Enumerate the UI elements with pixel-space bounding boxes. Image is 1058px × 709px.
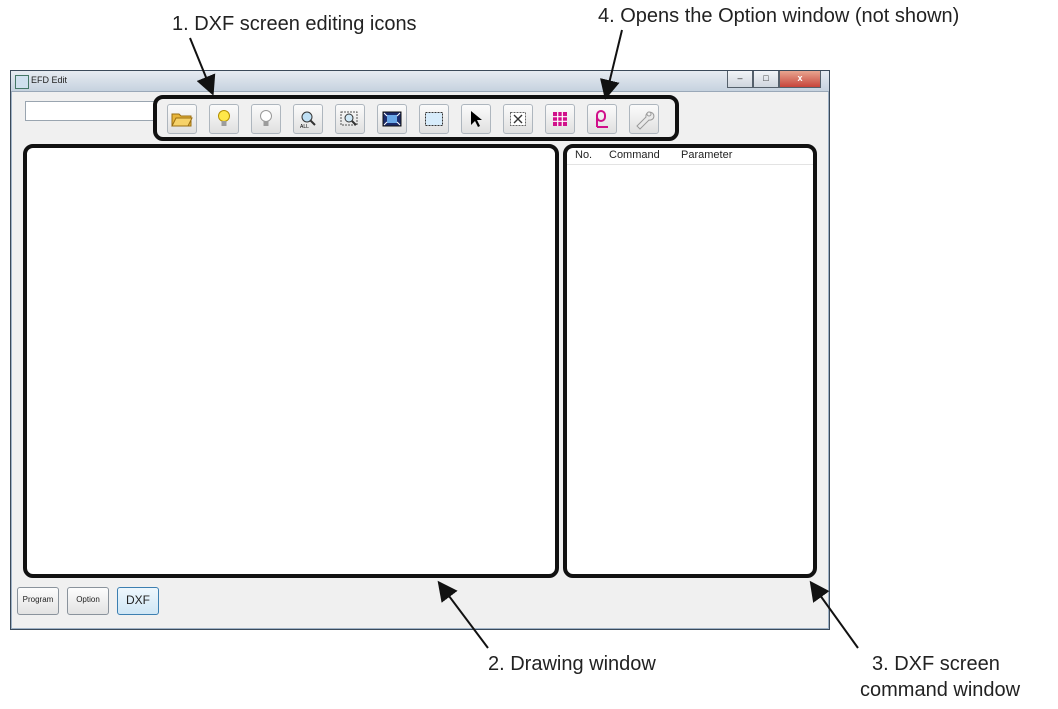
- arrow-command-window: [809, 580, 859, 649]
- arrow-option-window: [600, 29, 623, 100]
- arrow-editing-icons: [189, 37, 216, 96]
- callout-arrows: [189, 29, 859, 649]
- arrow-drawing-window: [437, 580, 489, 649]
